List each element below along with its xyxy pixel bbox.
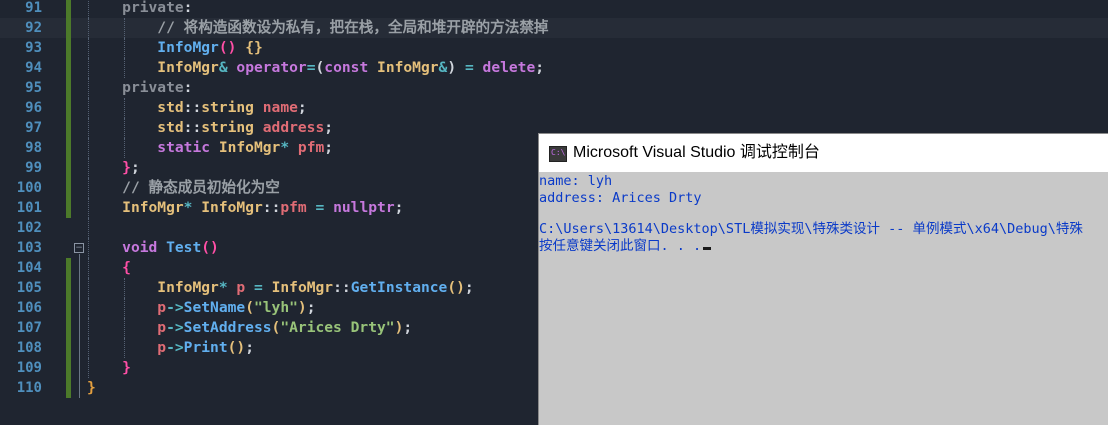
code-line-93[interactable]: 93 InfoMgr() {} [0, 38, 1108, 58]
line-number: 96 [25, 100, 42, 116]
change-bar [66, 258, 71, 278]
change-bar [66, 138, 71, 158]
code-text: p->SetName("lyh"); [157, 299, 316, 316]
line-number: 108 [16, 340, 42, 356]
code-text: } [87, 379, 96, 396]
code-text: private: [122, 79, 193, 96]
line-number: 107 [16, 320, 42, 336]
line-number: 95 [25, 80, 42, 96]
change-bar [66, 158, 71, 178]
line-number: 97 [25, 120, 42, 136]
code-text: p->SetAddress("Arices Drty"); [157, 319, 413, 336]
change-bar [66, 18, 71, 38]
text-cursor [703, 247, 712, 250]
code-text: // 将构造函数设为私有，把在栈，全局和堆开辟的方法禁掉 [157, 19, 549, 36]
console-line: name: lyh [539, 173, 613, 189]
code-text: p->Print(); [157, 339, 254, 356]
line-number: 109 [16, 360, 42, 376]
code-text: std::string address; [157, 119, 334, 136]
line-number: 105 [16, 280, 42, 296]
code-text: InfoMgr* p = InfoMgr::GetInstance(); [157, 279, 474, 296]
line-number: 99 [25, 160, 42, 176]
change-bar [66, 58, 71, 78]
line-number: 91 [25, 0, 42, 16]
line-number: 110 [16, 380, 42, 396]
code-text: // 静态成员初始化为空 [122, 179, 280, 196]
console-titlebar[interactable]: C:\ Microsoft Visual Studio 调试控制台 [539, 134, 1108, 172]
code-text: void Test() [122, 239, 219, 256]
console-prompt-line: 按任意键关闭此窗口. . . [539, 237, 712, 255]
change-bar [66, 98, 71, 118]
change-bar [66, 278, 71, 298]
change-bar [66, 378, 71, 398]
line-number: 92 [25, 20, 42, 36]
code-line-95[interactable]: 95 private: [0, 78, 1108, 98]
change-bar [66, 0, 71, 18]
line-number: 93 [25, 40, 42, 56]
code-text: std::string name; [157, 99, 307, 116]
code-text: static InfoMgr* pfm; [157, 139, 334, 156]
code-text: InfoMgr() {} [157, 39, 263, 56]
line-number: 103 [16, 240, 42, 256]
debug-console-window[interactable]: C:\ Microsoft Visual Studio 调试控制台 name: … [538, 133, 1108, 425]
code-text: { [122, 259, 131, 276]
line-number: 98 [25, 140, 42, 156]
code-text: InfoMgr& operator=(const InfoMgr&) = del… [157, 59, 545, 76]
line-number: 94 [25, 60, 42, 76]
line-number: 104 [16, 260, 42, 276]
line-number: 102 [16, 220, 42, 236]
code-line-96[interactable]: 96 std::string name; [0, 98, 1108, 118]
line-number: 101 [16, 200, 42, 216]
console-prompt-text: 按任意键关闭此窗口. . . [539, 238, 702, 254]
change-bar [66, 78, 71, 98]
console-app-icon: C:\ [549, 146, 567, 162]
code-line-94[interactable]: 94 InfoMgr& operator=(const InfoMgr&) = … [0, 58, 1108, 78]
change-bar [66, 178, 71, 198]
console-line: address: Arices Drty [539, 190, 702, 206]
change-bar [66, 118, 71, 138]
change-bar [66, 318, 71, 338]
code-text: InfoMgr* InfoMgr::pfm = nullptr; [122, 199, 404, 216]
change-bar [66, 358, 71, 378]
code-line-91[interactable]: 91 private: [0, 0, 1108, 18]
line-number: 106 [16, 300, 42, 316]
console-line: C:\Users\13614\Desktop\STL模拟实现\特殊类设计 -- … [539, 221, 1083, 237]
code-line-92[interactable]: 92 // 将构造函数设为私有，把在栈，全局和堆开辟的方法禁掉 [0, 18, 1108, 38]
code-text: private: [122, 0, 193, 16]
line-number: 100 [16, 180, 42, 196]
change-bar [66, 38, 71, 58]
change-bar [66, 338, 71, 358]
change-bar [66, 298, 71, 318]
console-output[interactable]: name: lyh address: Arices Drty C:\Users\… [539, 172, 1108, 425]
code-text: } [122, 359, 131, 376]
collapse-icon[interactable]: − [74, 243, 84, 253]
console-title: Microsoft Visual Studio 调试控制台 [573, 144, 820, 161]
code-text: }; [122, 159, 140, 176]
change-bar [66, 198, 71, 218]
fold-guide-line [79, 254, 80, 398]
